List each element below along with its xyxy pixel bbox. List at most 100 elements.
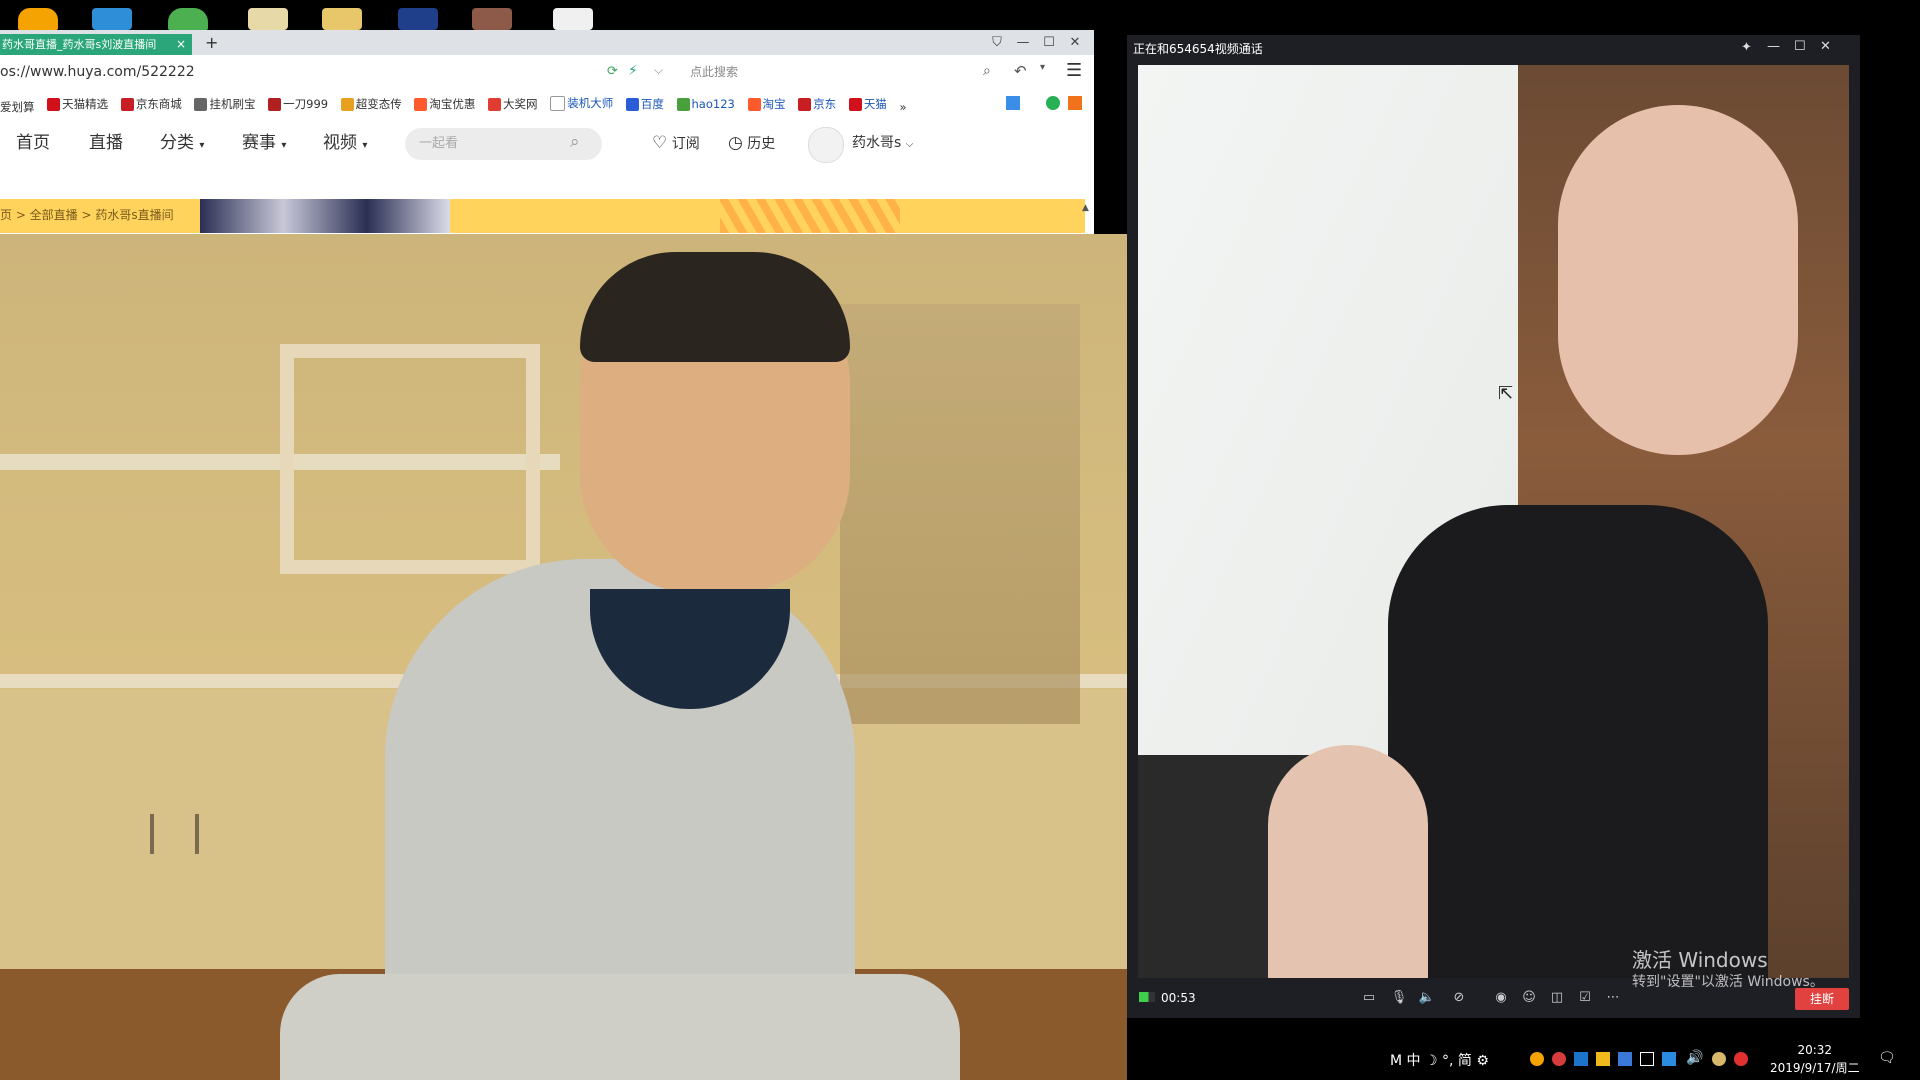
browser-tab[interactable]: 药水哥直播_药水哥s刘波直播间 × — [0, 34, 192, 55]
shirt — [1388, 505, 1768, 1007]
nav-live[interactable]: 直播 — [89, 117, 123, 169]
signal-icon — [1139, 992, 1155, 1002]
url-field[interactable]: os://www.huya.com/522222 — [0, 55, 195, 89]
tab-close-icon[interactable]: × — [176, 34, 186, 55]
bookmarks-more[interactable]: » — [899, 93, 906, 118]
microphone-icon[interactable]: 🎙 — [1389, 988, 1409, 1008]
bookmark-item[interactable]: 京东商城 — [120, 90, 182, 117]
more-icon[interactable]: ⋯ — [1603, 988, 1623, 1008]
taskbar-clock[interactable]: 20:32 2019/9/17/周二 — [1770, 1041, 1860, 1077]
taobao-icon — [414, 97, 428, 111]
extension-icon[interactable] — [1046, 96, 1060, 110]
cabinet-handle — [195, 814, 199, 854]
volume-icon[interactable]: 🔊 — [1686, 1050, 1703, 1066]
dropdown-icon[interactable]: ⌵ — [654, 63, 663, 78]
bookmark-item[interactable]: hao123 — [676, 90, 735, 117]
share-icon[interactable]: ☑ — [1575, 988, 1595, 1008]
new-tab-button[interactable]: + — [205, 30, 218, 55]
skin-icon[interactable]: ⛉ — [984, 30, 1010, 55]
undo-dropdown-icon[interactable]: ▾ — [1040, 62, 1045, 73]
shelf-frame — [280, 344, 540, 574]
desktop-icon-image[interactable] — [472, 8, 512, 30]
bookmark-item[interactable]: 天猫 — [848, 90, 887, 117]
speaker-icon[interactable]: 🔈 — [1417, 988, 1437, 1008]
desktop-icon-xv[interactable] — [398, 8, 438, 30]
bookmark-item[interactable]: 百度 — [625, 90, 664, 117]
game-icon — [194, 97, 208, 111]
chevron-down-icon: ▾ — [199, 140, 205, 151]
person-arms — [280, 974, 960, 1080]
bookmark-item[interactable]: 爱划算 — [0, 93, 35, 118]
desktop-icon-app[interactable] — [92, 8, 132, 30]
tray-app-icon[interactable] — [1552, 1052, 1566, 1066]
person-hair — [580, 252, 850, 362]
camera-off-icon[interactable]: ⊘ — [1449, 988, 1469, 1008]
bookmark-item[interactable]: 超变态传 — [340, 90, 402, 117]
search-input[interactable]: 点此搜索 — [680, 60, 1010, 84]
qq-tray-icon[interactable] — [1530, 1052, 1544, 1066]
glass-cabinet — [840, 304, 1080, 724]
tray-app-icon[interactable] — [1734, 1052, 1748, 1066]
bookmark-item[interactable]: 大奖网 — [488, 90, 538, 117]
jd-icon — [798, 97, 812, 111]
pin-icon[interactable]: ✦ — [1741, 40, 1752, 55]
close-icon[interactable]: ✕ — [1820, 39, 1831, 54]
app-grid-icon[interactable] — [1006, 96, 1020, 110]
tray-app-icon[interactable] — [1574, 1052, 1588, 1066]
security-icon[interactable]: ⟳ — [607, 64, 618, 79]
bookmark-item[interactable]: 天猫精选 — [47, 90, 108, 117]
video-call-window: 正在和654654视频通话 ✦ — ☐ ✕ ⇱ 00:53 ▭ 🎙 🔈 ⊘ ◉ … — [1127, 35, 1860, 1018]
input-method-bar[interactable]: M 中 ☽ °, 简 ⚙ — [1390, 1050, 1489, 1070]
tv-icon[interactable] — [1068, 96, 1082, 110]
nav-events[interactable]: 赛事 ▾ — [242, 117, 286, 172]
notification-icon[interactable]: 🗨 — [1878, 1050, 1896, 1066]
desktop-icon-browser[interactable] — [168, 8, 208, 30]
lottery-icon — [488, 97, 502, 111]
tray-app-icon[interactable] — [1618, 1052, 1632, 1066]
avatar[interactable] — [808, 127, 844, 163]
nav-home[interactable]: 首页 — [16, 117, 50, 169]
chat-icon[interactable]: ▭ — [1359, 988, 1379, 1008]
bookmark-item[interactable]: 一刀999 — [268, 90, 328, 117]
nav-video[interactable]: 视频 ▾ — [323, 117, 367, 172]
layout-icon[interactable]: ◫ — [1547, 988, 1567, 1008]
minimize-icon[interactable]: — — [1767, 39, 1780, 54]
scroll-up-icon[interactable]: ▲ — [1082, 203, 1089, 213]
search-icon[interactable]: ⌕ — [570, 132, 580, 152]
bookmark-item[interactable]: 挂机刷宝 — [194, 90, 255, 117]
bookmark-item[interactable]: 淘宝 — [747, 90, 786, 117]
history-link[interactable]: ◷ 历史 — [728, 117, 775, 170]
maximize-icon[interactable]: ☐ — [1794, 39, 1806, 54]
maximize-icon[interactable]: ☐ — [1036, 30, 1062, 55]
bookmark-item[interactable]: 装机大师 — [550, 89, 613, 117]
bookmark-item[interactable]: 淘宝优惠 — [414, 90, 475, 117]
user-menu[interactable]: 药水哥s ⌵ — [852, 117, 913, 171]
desktop-icon-qq[interactable] — [18, 8, 58, 30]
jd-icon — [120, 97, 134, 111]
search-icon[interactable]: ⌕ — [983, 63, 991, 79]
tray-app-icon[interactable] — [1662, 1052, 1676, 1066]
subscribe-link[interactable]: ♡ 订阅 — [652, 117, 700, 170]
menu-icon[interactable]: ☰ — [1066, 60, 1082, 81]
desktop-icon-document[interactable] — [553, 8, 593, 30]
close-icon[interactable]: ✕ — [1062, 30, 1088, 55]
screenshot-icon[interactable]: ◉ — [1491, 988, 1511, 1008]
hangup-button[interactable]: 挂断 — [1795, 988, 1849, 1010]
banner-image — [200, 199, 450, 233]
network-icon[interactable] — [1640, 1052, 1654, 1066]
breadcrumb[interactable]: 页 > 全部直播 > 药水哥s直播间 — [0, 200, 174, 230]
chevron-down-icon: ⌵ — [905, 139, 914, 150]
cabinet-handle — [150, 814, 154, 854]
minimize-icon[interactable]: — — [1010, 30, 1036, 55]
desktop-icon-folder-2[interactable] — [322, 8, 362, 30]
tray-app-icon[interactable] — [1596, 1052, 1610, 1066]
speed-mode-icon[interactable]: ⚡ — [628, 63, 638, 79]
desktop-icon-folder[interactable] — [248, 8, 288, 30]
bookmark-item[interactable]: 京东 — [798, 90, 836, 117]
tray-app-icon[interactable] — [1712, 1052, 1726, 1066]
taobao-icon — [747, 97, 761, 111]
effects-icon[interactable]: ☺ — [1519, 988, 1539, 1008]
nav-category[interactable]: 分类 ▾ — [160, 117, 204, 172]
tab-title: 药水哥直播_药水哥s刘波直播间 — [2, 38, 157, 51]
undo-icon[interactable]: ↶ — [1014, 62, 1027, 80]
